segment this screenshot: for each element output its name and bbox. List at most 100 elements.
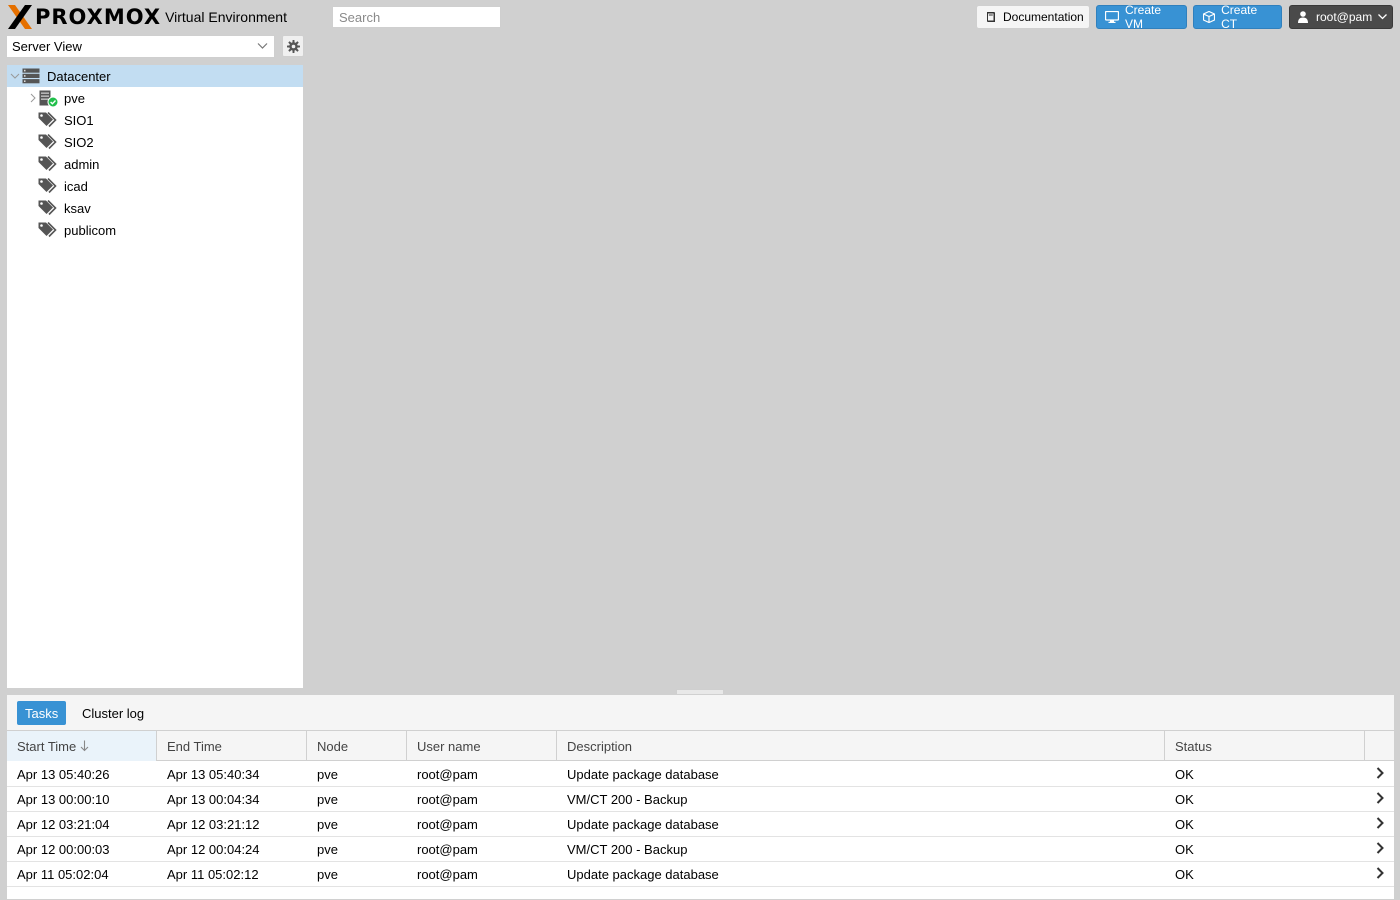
tags-icon	[38, 178, 57, 194]
column-header-start-time[interactable]: Start Time	[7, 731, 157, 761]
column-label: Start Time	[17, 738, 77, 754]
tree-node-pool-publicom[interactable]: publicom	[7, 219, 303, 241]
proxmox-x-icon	[8, 5, 32, 29]
user-menu-button[interactable]: root@pam	[1289, 5, 1393, 29]
documentation-label: Documentation	[1003, 10, 1084, 24]
cell-status: OK	[1175, 817, 1194, 832]
task-log-panel: Tasks Cluster log Start Time End Time No…	[6, 694, 1395, 900]
column-label: Status	[1175, 738, 1212, 754]
node-online-icon	[39, 90, 59, 108]
resource-tree: Datacenter pve SIO1 SIO2 admin icad ksav…	[6, 64, 304, 689]
tree-node-label: admin	[64, 156, 100, 172]
tags-icon	[38, 112, 57, 128]
cell-end-time: Apr 12 00:04:24	[167, 842, 260, 857]
server-rack-icon	[22, 68, 40, 84]
column-label: Description	[567, 738, 633, 754]
chevron-right-icon[interactable]	[1376, 792, 1384, 804]
tree-node-pool-ksav[interactable]: ksav	[7, 197, 303, 219]
sort-descending-icon	[80, 740, 89, 752]
tree-node-label: ksav	[64, 200, 91, 216]
chevron-right-icon[interactable]	[1376, 867, 1384, 879]
cell-description: VM/CT 200 - Backup	[567, 842, 688, 857]
logo-wordmark: PROXMOX	[7, 4, 161, 30]
tree-node-label: icad	[64, 178, 88, 194]
user-label: root@pam	[1316, 10, 1373, 24]
table-row[interactable]: Apr 13 05:40:26 Apr 13 05:40:34 pve root…	[7, 762, 1394, 787]
create-vm-button[interactable]: Create VM	[1096, 3, 1187, 31]
cell-node: pve	[317, 842, 338, 857]
cell-end-time: Apr 12 03:21:12	[167, 817, 260, 832]
cell-end-time: Apr 13 00:04:34	[167, 792, 260, 807]
cell-node: pve	[317, 792, 338, 807]
product-name: Virtual Environment	[165, 9, 287, 25]
cell-start-time: Apr 12 03:21:04	[17, 817, 110, 832]
cell-status: OK	[1175, 842, 1194, 857]
collapse-arrow-icon[interactable]	[10, 71, 20, 81]
chevron-right-icon[interactable]	[1376, 842, 1384, 854]
user-icon	[1298, 10, 1308, 24]
tree-node-label: pve	[64, 90, 85, 106]
tree-node-label: SIO2	[64, 134, 94, 150]
tree-node-datacenter[interactable]: Datacenter	[7, 65, 303, 87]
cell-description: Update package database	[567, 767, 719, 782]
cell-status: OK	[1175, 792, 1194, 807]
cube-icon	[1202, 10, 1215, 24]
tab-label: Tasks	[25, 705, 59, 721]
cell-end-time: Apr 11 05:02:12	[167, 867, 259, 882]
column-header-node[interactable]: Node	[307, 731, 407, 761]
table-row[interactable]: Apr 11 05:02:04 Apr 11 05:02:12 pve root…	[7, 862, 1394, 887]
cell-user-name: root@pam	[417, 767, 478, 782]
column-header-user-name[interactable]: User name	[407, 731, 557, 761]
tree-node-pool-admin[interactable]: admin	[7, 153, 303, 175]
tree-node-pool-sio2[interactable]: SIO2	[7, 131, 303, 153]
cell-node: pve	[317, 817, 338, 832]
cell-description: Update package database	[567, 867, 719, 882]
cell-user-name: root@pam	[417, 792, 478, 807]
documentation-button[interactable]: Documentation	[976, 5, 1090, 29]
chevron-right-icon[interactable]	[1376, 767, 1384, 779]
proxmox-logo[interactable]: PROXMOX Virtual Environment	[7, 3, 287, 31]
book-icon	[985, 10, 997, 24]
tags-icon	[38, 156, 57, 172]
tags-icon	[38, 200, 57, 216]
cell-status: OK	[1175, 867, 1194, 882]
create-vm-label: Create VM	[1125, 3, 1162, 31]
column-header-actions	[1365, 731, 1394, 761]
table-row[interactable]: Apr 12 00:00:03 Apr 12 00:04:24 pve root…	[7, 837, 1394, 862]
tasks-table-header: Start Time End Time Node User name Descr…	[7, 731, 1394, 761]
cell-start-time: Apr 12 00:00:03	[17, 842, 110, 857]
cell-user-name: root@pam	[417, 842, 478, 857]
column-label: User name	[417, 738, 481, 754]
logo-text: PROXMOX	[35, 5, 162, 29]
tab-cluster-log[interactable]: Cluster log	[74, 701, 152, 725]
column-header-description[interactable]: Description	[557, 731, 1165, 761]
view-selector[interactable]: Server View	[6, 35, 275, 58]
cell-description: Update package database	[567, 817, 719, 832]
tree-node-pool-sio1[interactable]: SIO1	[7, 109, 303, 131]
view-settings-button[interactable]	[282, 35, 304, 57]
cell-end-time: Apr 13 05:40:34	[167, 767, 260, 782]
tab-tasks[interactable]: Tasks	[17, 701, 67, 725]
cell-node: pve	[317, 767, 338, 782]
cell-status: OK	[1175, 767, 1194, 782]
cell-start-time: Apr 13 00:00:10	[17, 792, 110, 807]
gear-icon	[286, 39, 300, 53]
cell-user-name: root@pam	[417, 867, 478, 882]
tree-node-label: Datacenter	[47, 68, 111, 84]
chevron-right-icon[interactable]	[1376, 817, 1384, 829]
column-header-status[interactable]: Status	[1165, 731, 1365, 761]
search-input[interactable]	[332, 6, 501, 28]
cell-description: VM/CT 200 - Backup	[567, 792, 688, 807]
view-selector-value: Server View	[12, 39, 82, 54]
table-row[interactable]: Apr 12 03:21:04 Apr 12 03:21:12 pve root…	[7, 812, 1394, 837]
table-row[interactable]: Apr 13 00:00:10 Apr 13 00:04:34 pve root…	[7, 787, 1394, 812]
expand-arrow-icon[interactable]	[28, 93, 38, 103]
tree-node-pool-icad[interactable]: icad	[7, 175, 303, 197]
chevron-down-icon	[257, 40, 268, 55]
tree-node-pve[interactable]: pve	[7, 87, 303, 109]
create-ct-button[interactable]: Create CT	[1193, 3, 1282, 31]
cell-node: pve	[317, 867, 338, 882]
column-header-end-time[interactable]: End Time	[157, 731, 307, 761]
cell-user-name: root@pam	[417, 817, 478, 832]
column-label: End Time	[167, 738, 222, 754]
